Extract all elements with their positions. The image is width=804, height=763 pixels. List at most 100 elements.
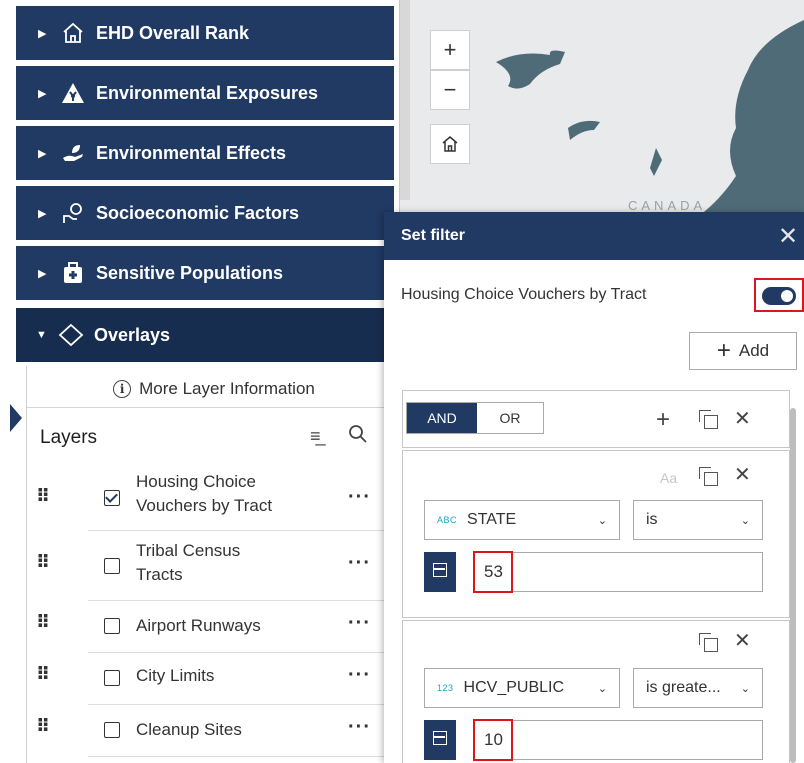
- filter-enable-toggle[interactable]: [762, 287, 796, 305]
- accordion-overlays[interactable]: ▼ Overlays: [16, 308, 394, 362]
- highlight-box: [754, 278, 804, 312]
- dialog-scrollbar[interactable]: [790, 408, 796, 763]
- accordion-environmental-effects[interactable]: ▶ Environmental Effects: [16, 126, 394, 180]
- more-options-icon[interactable]: ···: [348, 552, 371, 575]
- number-field-icon: 123: [437, 683, 454, 693]
- home-extent-button[interactable]: [430, 124, 470, 164]
- map-island: [650, 148, 662, 176]
- operator-select[interactable]: is greate... ⌄: [633, 668, 763, 708]
- drag-handle-icon[interactable]: ⠿: [36, 717, 50, 735]
- layer-checkbox[interactable]: [104, 722, 120, 738]
- value-input[interactable]: [474, 552, 763, 592]
- hand-leaf-icon: [60, 140, 86, 166]
- accordion-environmental-exposures[interactable]: ▶ Environmental Exposures: [16, 66, 394, 120]
- layer-checkbox[interactable]: [104, 618, 120, 634]
- plus-icon: +: [716, 337, 731, 364]
- layer-row-airport-runways[interactable]: ⠿ Airport Runways ···: [26, 604, 400, 648]
- layer-name: City Limits: [136, 666, 215, 685]
- field-select[interactable]: 123 HCV_PUBLIC ⌄: [424, 668, 620, 708]
- layer-name: Housing Choice Vouchers by Tract: [136, 470, 272, 518]
- operator-value: is greate...: [646, 679, 721, 696]
- operator-select[interactable]: is ⌄: [633, 500, 763, 540]
- add-label: Add: [738, 341, 770, 360]
- field-select[interactable]: ABC STATE ⌄: [424, 500, 620, 540]
- duplicate-icon[interactable]: [699, 467, 718, 486]
- delete-icon[interactable]: ✕: [734, 406, 751, 431]
- caret-right-icon: ▶: [38, 267, 47, 280]
- row-divider: [88, 600, 400, 601]
- row-divider: [88, 652, 400, 653]
- zoom-in-button[interactable]: +: [430, 30, 470, 70]
- row-divider: [88, 756, 400, 757]
- money-hand-icon: [60, 200, 86, 226]
- duplicate-icon[interactable]: [699, 410, 718, 429]
- info-icon: i: [113, 379, 132, 398]
- accordion-sensitive-populations[interactable]: ▶ Sensitive Populations: [16, 246, 394, 300]
- more-options-icon[interactable]: ···: [348, 664, 371, 687]
- caret-down-icon: ▼: [36, 329, 47, 341]
- value-mode-button[interactable]: [424, 720, 456, 760]
- layer-name: Airport Runways: [136, 616, 261, 635]
- accordion-label: Environmental Effects: [96, 142, 287, 163]
- panel-expand-handle[interactable]: [10, 404, 22, 432]
- chevron-down-icon: ⌄: [740, 514, 750, 527]
- more-options-icon[interactable]: ···: [348, 486, 371, 509]
- accordion-ehd-overall-rank[interactable]: ▶ EHD Overall Rank: [16, 6, 394, 60]
- layer-row-city-limits[interactable]: ⠿ City Limits ···: [26, 656, 400, 700]
- drag-handle-icon[interactable]: ⠿: [36, 613, 50, 631]
- field-value: HCV_PUBLIC: [463, 679, 565, 696]
- case-sensitive-icon[interactable]: Aa: [660, 470, 677, 486]
- layer-name: Tribal Census Tracts: [136, 539, 240, 587]
- more-options-icon[interactable]: ···: [348, 716, 371, 739]
- duplicate-icon[interactable]: [699, 633, 718, 652]
- value-input-text[interactable]: 53: [473, 551, 513, 593]
- layer-panel: ▶ EHD Overall Rank ▶ Environmental Expos…: [0, 0, 401, 763]
- add-expression-button[interactable]: + Add: [689, 332, 797, 370]
- zoom-out-button[interactable]: −: [430, 70, 470, 110]
- logic-segmented-control: AND OR: [406, 402, 544, 434]
- or-option[interactable]: OR: [477, 403, 543, 433]
- value-input[interactable]: [474, 720, 763, 760]
- layer-row-cleanup-sites[interactable]: ⠿ Cleanup Sites ···: [26, 708, 400, 752]
- delete-icon[interactable]: ✕: [734, 462, 751, 487]
- caret-right-icon: ▶: [38, 207, 47, 220]
- list-mode-icon: [433, 563, 447, 577]
- and-option[interactable]: AND: [407, 403, 477, 433]
- map-island: [568, 120, 600, 140]
- drag-handle-icon[interactable]: ⠿: [36, 487, 50, 505]
- accordion-label: Socioeconomic Factors: [96, 202, 300, 223]
- value-mode-button[interactable]: [424, 552, 456, 592]
- drag-handle-icon[interactable]: ⠿: [36, 665, 50, 683]
- accordion-socioeconomic-factors[interactable]: ▶ Socioeconomic Factors: [16, 186, 394, 240]
- value-input-text[interactable]: 10: [473, 719, 513, 761]
- map-island: [496, 50, 565, 89]
- layer-checkbox[interactable]: [104, 558, 120, 574]
- layers-title: Layers: [40, 427, 98, 448]
- more-layer-information-link[interactable]: i More Layer Information: [27, 370, 401, 408]
- search-icon[interactable]: [348, 424, 368, 449]
- field-value: STATE: [467, 511, 517, 528]
- layer-row-housing-choice-vouchers[interactable]: ⠿ Housing Choice Vouchers by Tract ···: [26, 470, 400, 530]
- delete-icon[interactable]: ✕: [734, 628, 751, 653]
- medkit-icon: [60, 260, 86, 286]
- layer-row-tribal-census-tracts[interactable]: ⠿ Tribal Census Tracts ···: [26, 538, 400, 594]
- caret-right-icon: ▶: [38, 27, 47, 40]
- accordion-label: EHD Overall Rank: [96, 22, 250, 43]
- add-clause-icon[interactable]: +: [656, 406, 670, 434]
- accordion-label: Overlays: [94, 324, 171, 345]
- drag-handle-icon[interactable]: ⠿: [36, 553, 50, 571]
- more-options-icon[interactable]: ···: [348, 612, 371, 635]
- layer-checkbox[interactable]: [104, 670, 120, 686]
- layer-checkbox[interactable]: [104, 490, 120, 506]
- layer-name-line1: Tribal Census: [136, 541, 241, 560]
- filter-layer-name: Housing Choice Vouchers by Tract: [401, 286, 647, 303]
- close-icon[interactable]: ✕: [778, 222, 798, 251]
- home-icon: [60, 20, 86, 46]
- dialog-title: Set filter: [401, 227, 466, 244]
- filter-list-icon[interactable]: ≡̲: [310, 426, 321, 447]
- layer-name: Cleanup Sites: [136, 720, 242, 739]
- chevron-down-icon: ⌄: [740, 682, 750, 695]
- list-mode-icon: [433, 731, 447, 745]
- layer-name-line2: Vouchers by Tract: [136, 496, 273, 515]
- caret-right-icon: ▶: [38, 147, 47, 160]
